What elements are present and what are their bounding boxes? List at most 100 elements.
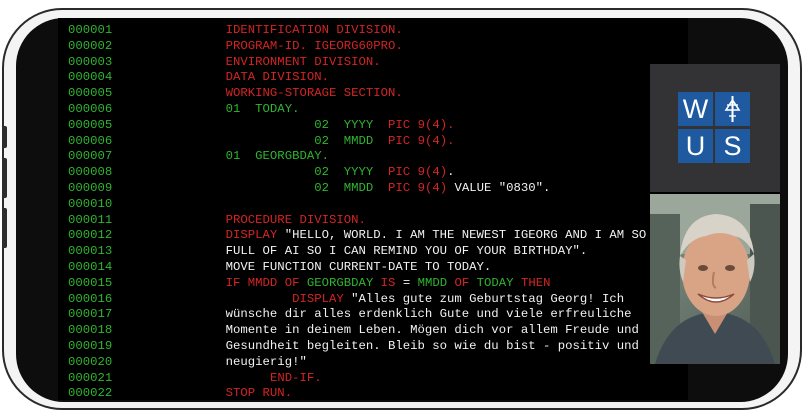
code-line: 000016 DISPLAY "Alles gute zum Geburtsta…	[68, 292, 646, 308]
code-token: ENVIRONMENT DIVISION.	[225, 54, 381, 69]
line-number: 000020	[68, 354, 113, 369]
line-number: 000004	[68, 70, 113, 85]
code-line: 000008 02 YYYY PIC 9(4).	[68, 165, 646, 181]
phone-side-button	[2, 208, 7, 248]
code-token: OF	[454, 275, 470, 290]
code-token: 02 MMDD	[314, 180, 374, 195]
code-token: PIC	[388, 165, 411, 180]
code-token: FULL OF AI SO I CAN REMIND YOU OF YOUR B…	[225, 244, 588, 259]
code-line: 000009 02 MMDD PIC 9(4) VALUE "0830".	[68, 181, 646, 197]
code-line: 000006 02 MMDD PIC 9(4).	[68, 134, 646, 150]
code-token: END-IF.	[269, 370, 322, 385]
line-number: 000005	[68, 117, 113, 132]
line-number: 000015	[68, 275, 113, 290]
code-line: 000012 DISPLAY "HELLO, WORLD. I AM THE N…	[68, 228, 646, 244]
code-line: 000005 WORKING-STORAGE SECTION.	[68, 86, 646, 102]
code-token: THEN	[520, 275, 551, 290]
code-token: DISPLAY	[292, 291, 344, 306]
logo-tile: S	[715, 129, 750, 163]
code-token: 9(4).	[417, 117, 455, 132]
code-token: MMDD	[417, 275, 448, 290]
code-line: 000013 FULL OF AI SO I CAN REMIND YOU OF…	[68, 244, 646, 260]
code-token: IF MMDD	[225, 275, 278, 290]
line-number: 000021	[68, 370, 113, 385]
code-screen: 000001 IDENTIFICATION DIVISION. 000002 PR…	[58, 18, 688, 400]
phone-side-button	[2, 126, 7, 148]
profile-photo	[650, 194, 780, 364]
code-line: 000015 IF MMDD OF GEORGBDAY IS = MMDD OF…	[68, 276, 646, 292]
code-token: WORKING-STORAGE SECTION.	[225, 86, 403, 101]
code-line: 000020 neugierig!"	[68, 355, 646, 371]
code-line: 000004 DATA DIVISION.	[68, 70, 646, 86]
logo-tile-antenna	[715, 92, 750, 126]
logo-box: W U S	[650, 64, 780, 192]
code-token: 02 MMDD	[314, 133, 374, 148]
line-number: 000013	[68, 244, 113, 259]
line-number: 000019	[68, 338, 113, 353]
person-portrait	[650, 194, 780, 364]
code-token: 9(4)	[417, 180, 448, 195]
line-number: 000016	[68, 291, 113, 306]
code-token: PIC	[388, 133, 411, 148]
code-token: Gesundheit begleiten. Bleib so wie du bi…	[225, 338, 639, 353]
line-number: 000002	[68, 38, 113, 53]
code-line: 000002 PROGRAM-ID. IGEORG60PRO.	[68, 39, 646, 55]
code-token: DISPLAY	[225, 228, 278, 243]
code-line: 000022 STOP RUN.	[68, 386, 646, 400]
code-token: 01 TODAY.	[225, 101, 300, 116]
code-token: 02 YYYY	[314, 117, 374, 132]
code-token: TODAY	[476, 275, 514, 290]
line-number: 000018	[68, 323, 113, 338]
code-line: 000014 MOVE FUNCTION CURRENT-DATE TO TOD…	[68, 260, 646, 276]
code-line: 000007 01 GEORGBDAY.	[68, 149, 646, 165]
code-token: neugierig!"	[225, 354, 307, 369]
code-line: 000018 Momente in deinem Leben. Mögen di…	[68, 323, 646, 339]
side-panel: W U S	[650, 64, 780, 364]
line-number: 000014	[68, 259, 113, 274]
code-line: 000006 01 TODAY.	[68, 102, 646, 118]
code-line: 000011 PROCEDURE DIVISION.	[68, 213, 646, 229]
code-token: 02 YYYY	[314, 165, 374, 180]
code-token: .	[447, 165, 455, 180]
line-number: 000011	[68, 212, 113, 227]
code-token: PROCEDURE DIVISION.	[225, 212, 366, 227]
code-token: =	[395, 275, 418, 290]
code-token: PIC	[388, 117, 411, 132]
line-number: 000003	[68, 54, 113, 69]
logo-tile: U	[678, 129, 713, 163]
logo-tile: W	[678, 92, 713, 126]
code-token: IS	[380, 275, 396, 290]
code-token: STOP RUN.	[225, 386, 293, 400]
line-number: 000005	[68, 86, 113, 101]
code-line: 000001 IDENTIFICATION DIVISION.	[68, 23, 646, 39]
code-token: "HELLO, WORLD. I AM THE NEWEST IGEORG AN…	[277, 228, 647, 243]
line-number: 000008	[68, 165, 113, 180]
antenna-icon	[724, 96, 741, 122]
